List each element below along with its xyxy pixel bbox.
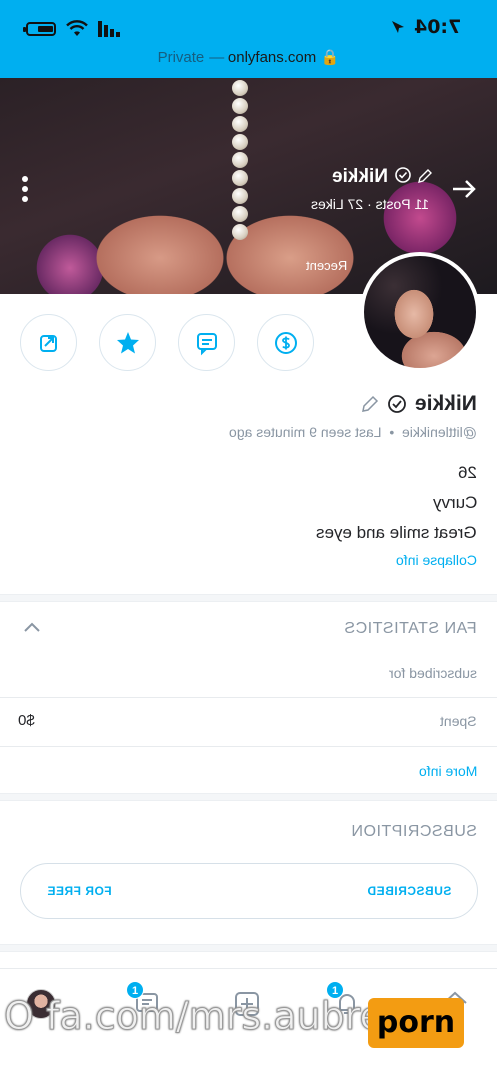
message-button[interactable] xyxy=(178,314,235,371)
profile-avatar[interactable] xyxy=(360,252,480,372)
edit-pencil-icon[interactable] xyxy=(361,395,379,413)
private-mode-label: Private xyxy=(157,49,205,66)
subscription-button[interactable]: FOR FREE SUBSCRIBED xyxy=(20,863,478,919)
bio-line: Great smile and eyes xyxy=(316,523,477,542)
battery-icon xyxy=(23,22,56,36)
watermark-text: O fa.com/mrs.aubree2 xyxy=(3,994,431,1039)
section-divider xyxy=(0,944,497,952)
verified-icon xyxy=(388,395,407,413)
watermark-logo: porn xyxy=(368,998,464,1048)
dollar-icon xyxy=(274,331,297,354)
favorite-button[interactable] xyxy=(99,314,156,371)
more-options-icon[interactable] xyxy=(22,176,30,202)
verified-icon xyxy=(394,167,411,183)
subscribed-for-label: subscribed for xyxy=(389,665,477,681)
share-button[interactable] xyxy=(20,314,77,371)
section-divider xyxy=(0,793,497,801)
lock-icon: 🔒 xyxy=(320,49,340,66)
row-divider xyxy=(0,746,497,747)
profile-actions xyxy=(20,314,314,371)
bio-line: Curvy xyxy=(432,493,477,512)
recent-label: Recent xyxy=(305,258,347,273)
profile-display-name: Nikkie xyxy=(361,392,477,416)
subscription-price: FOR FREE xyxy=(47,884,112,898)
spent-label: Spent xyxy=(440,713,477,729)
section-divider xyxy=(0,594,497,602)
profile-name-text: Nikkie xyxy=(415,392,477,415)
profile-handle-row: @littlenikkie • Last seen 9 minutes ago xyxy=(229,424,477,440)
url-text: onlyfans.com xyxy=(227,49,317,66)
fan-statistics-title: FAN STATISTICS xyxy=(344,620,477,637)
status-time: 7:04 xyxy=(413,16,461,38)
status-icons xyxy=(23,20,120,38)
spent-value: $0 xyxy=(18,712,35,729)
cover-display-name: Nikkie xyxy=(332,166,433,188)
pearl-necklace xyxy=(225,78,255,248)
status-bar: 7:04 xyxy=(0,14,497,42)
profile-handle: @littlenikkie xyxy=(402,424,477,440)
share-icon xyxy=(39,334,57,352)
edit-pencil-icon[interactable] xyxy=(417,168,433,184)
signal-icon xyxy=(98,21,120,37)
star-icon xyxy=(116,331,139,353)
profile-bio: 26 Curvy Great smile and eyes xyxy=(316,458,477,548)
more-info-link[interactable]: More info xyxy=(419,763,477,779)
location-icon xyxy=(392,21,404,33)
back-arrow-icon[interactable] xyxy=(449,174,479,204)
url-separator: — xyxy=(208,49,224,66)
cover-stats: 11 Posts · 27 Likes xyxy=(310,196,429,212)
bio-line: 26 xyxy=(458,463,477,482)
chevron-up-icon[interactable] xyxy=(22,618,42,638)
browser-top-bar: 7:04 🔒 onlyfans.com — Private xyxy=(0,0,497,78)
url-bar[interactable]: 🔒 onlyfans.com — Private xyxy=(0,48,497,66)
subscription-title: SUBSCRIPTION xyxy=(350,823,477,840)
subscription-status: SUBSCRIBED xyxy=(366,884,451,898)
last-seen: Last seen 9 minutes ago xyxy=(229,424,382,440)
wifi-icon xyxy=(66,20,88,36)
row-divider xyxy=(0,697,497,698)
collapse-info-link[interactable]: Collapse info xyxy=(396,552,477,568)
message-icon xyxy=(196,332,217,355)
tip-button[interactable] xyxy=(257,314,314,371)
